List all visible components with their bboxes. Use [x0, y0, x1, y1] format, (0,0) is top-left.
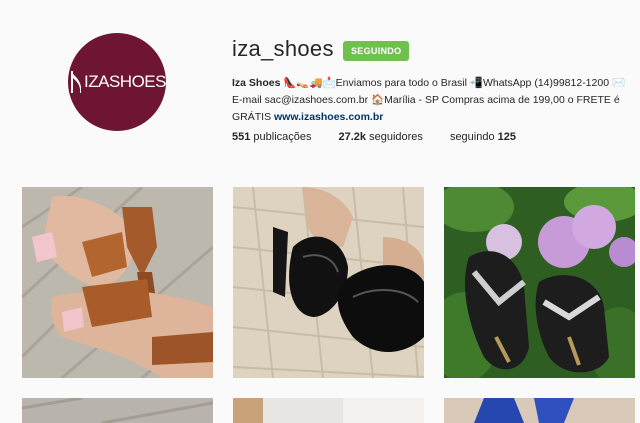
profile-username: iza_shoes — [232, 36, 334, 61]
brown-sandal-photo — [22, 187, 213, 378]
posts-label: publicações — [253, 131, 312, 143]
stone-floor-photo — [22, 398, 213, 423]
following-button[interactable]: SEGUINDO — [343, 41, 410, 61]
jeweled-sandals-photo — [444, 187, 635, 378]
followers-count: 27.2k — [338, 131, 367, 143]
izashoes-logo: IZASHOES — [68, 69, 166, 95]
black-pumps-photo — [233, 187, 424, 378]
followers-stat[interactable]: 27.2k seguidores — [339, 131, 423, 143]
following-stat[interactable]: seguindo 125 — [450, 131, 516, 143]
following-count: 125 — [497, 131, 517, 143]
avatar-logo-text: IZASHOES — [84, 72, 166, 91]
bio-name: Iza Shoes — [232, 77, 281, 89]
followers-label: seguidores — [369, 131, 423, 143]
post-thumbnail[interactable] — [22, 187, 213, 378]
shoe-logo-icon — [71, 71, 82, 93]
post-thumbnail[interactable] — [22, 398, 213, 423]
post-thumbnail[interactable] — [444, 187, 635, 378]
bio-website-link[interactable]: www.izashoes.com.br — [274, 111, 383, 123]
following-label: seguindo — [449, 131, 495, 143]
posts-count: 551 — [232, 131, 251, 143]
post-thumbnail[interactable] — [233, 398, 424, 423]
post-thumbnail[interactable] — [444, 398, 635, 423]
profile-bio: Iza Shoes 👠👡🚚📩Enviamos para todo o Brasi… — [232, 75, 632, 126]
shoe-photo — [233, 398, 424, 423]
profile-avatar[interactable]: IZASHOES — [68, 33, 166, 131]
profile-stats: 551 publicações 27.2k seguidores seguind… — [232, 131, 543, 143]
blue-shoe-photo — [444, 398, 635, 423]
post-thumbnail[interactable] — [233, 187, 424, 378]
posts-stat: 551 publicações — [232, 131, 312, 143]
